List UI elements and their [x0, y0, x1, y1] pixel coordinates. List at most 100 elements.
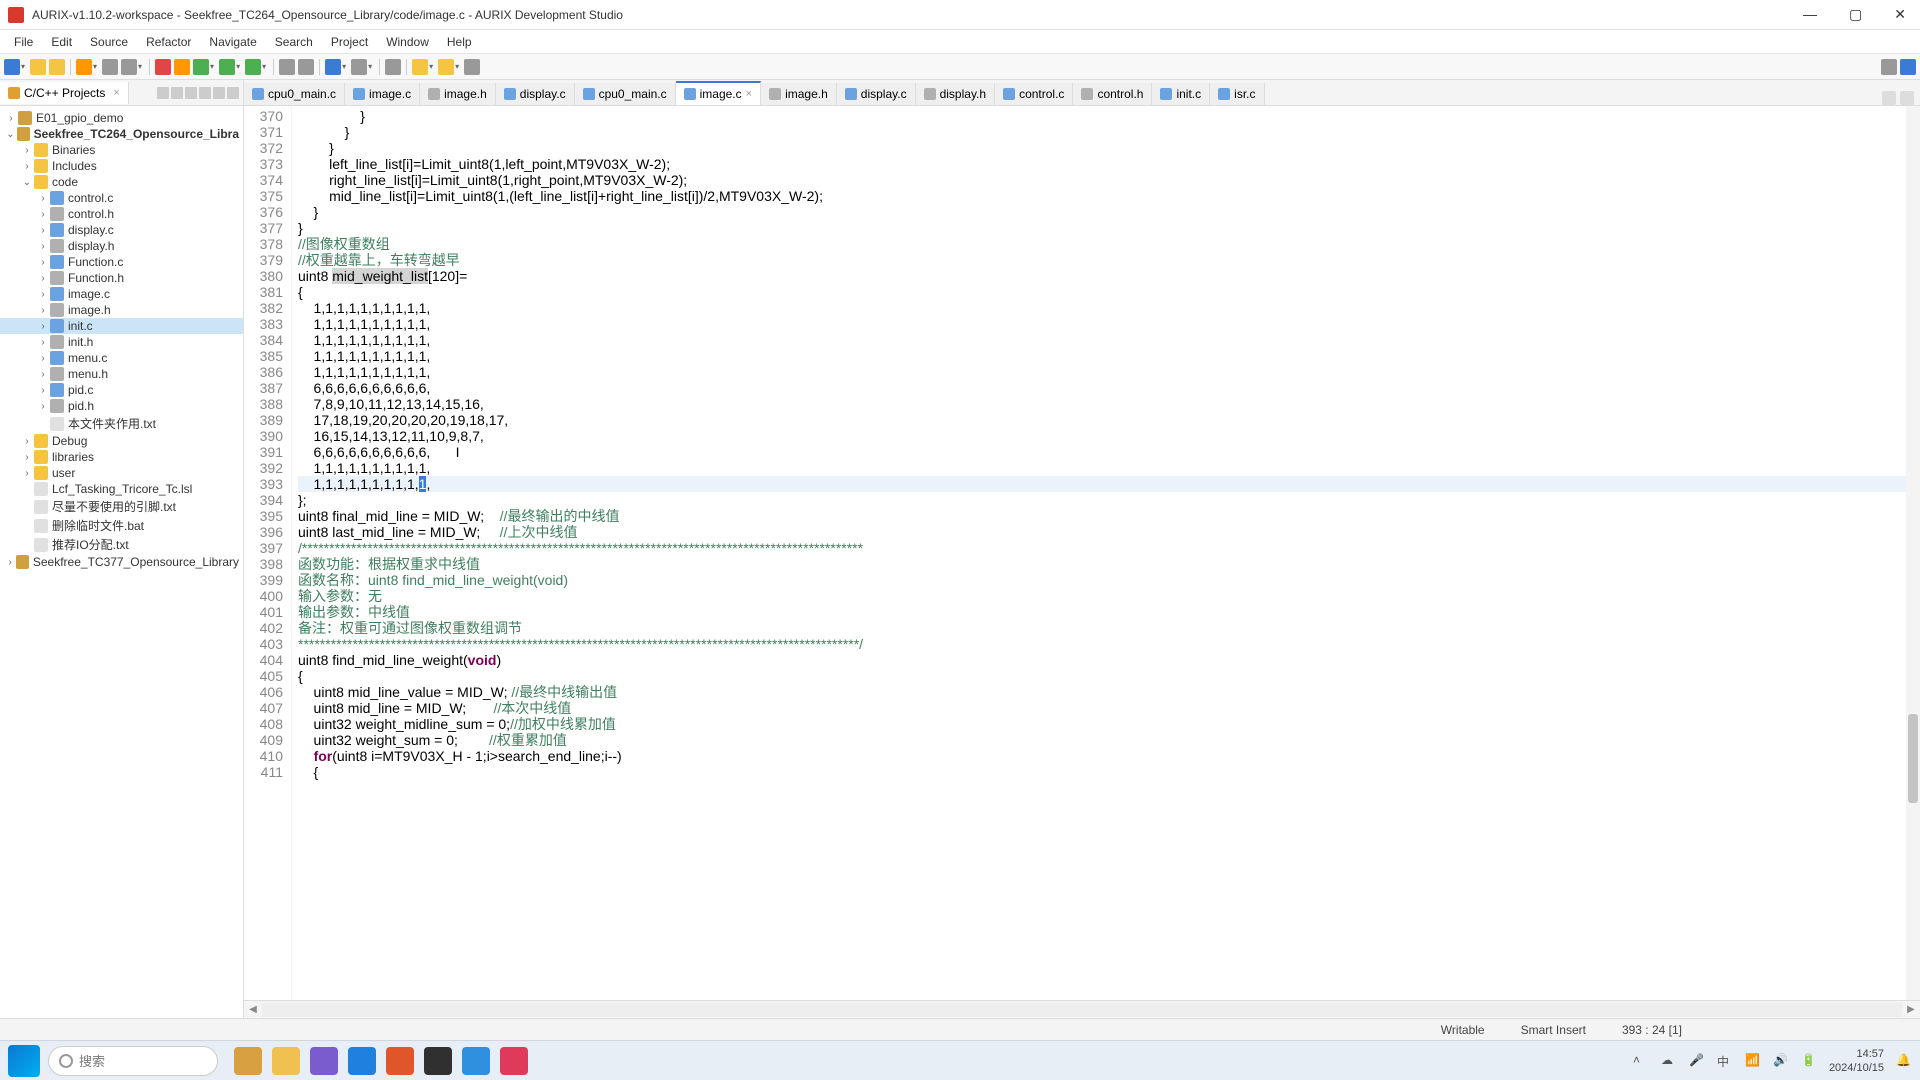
tree-project[interactable]: ›E01_gpio_demo [0, 110, 243, 126]
code-line[interactable]: 1,1,1,1,1,1,1,1,1,1, [298, 460, 1920, 476]
toolbar-new-icon[interactable] [4, 59, 20, 75]
code-line[interactable]: 6,6,6,6,6,6,6,6,6,6, I [298, 444, 1920, 460]
menu-edit[interactable]: Edit [43, 33, 80, 51]
code-line[interactable]: 1,1,1,1,1,1,1,1,1,1, [298, 332, 1920, 348]
tree-file[interactable]: ›pid.c [0, 382, 243, 398]
tree-file[interactable]: ›init.c [0, 318, 243, 334]
code-line[interactable]: } [298, 204, 1920, 220]
tree-file[interactable]: ›menu.c [0, 350, 243, 366]
toolbar-saveall-icon[interactable] [49, 59, 65, 75]
tree-folder[interactable]: ›Includes [0, 158, 243, 174]
tree-folder[interactable]: ⌄code [0, 174, 243, 190]
toolbar-search-icon[interactable] [325, 59, 341, 75]
code-line[interactable]: 1,1,1,1,1,1,1,1,1,1, [298, 476, 1920, 492]
taskbar-explorer-icon[interactable] [272, 1047, 300, 1075]
horizontal-scrollbar[interactable]: ◀▶ [244, 1000, 1920, 1018]
toolbar-tool2-icon[interactable] [121, 59, 137, 75]
editor-tab[interactable]: display.c [496, 83, 575, 105]
toolbar-perspective-icon[interactable] [1900, 59, 1916, 75]
code-line[interactable]: uint8 final_mid_line = MID_W; //最终输出的中线值 [298, 508, 1920, 524]
tray-mic-icon[interactable]: 🎤 [1689, 1053, 1705, 1069]
code-line[interactable]: 1,1,1,1,1,1,1,1,1,1, [298, 316, 1920, 332]
maximize-button[interactable]: ▢ [1843, 6, 1868, 23]
menu-source[interactable]: Source [82, 33, 136, 51]
tree-project[interactable]: ›Seekfree_TC377_Opensource_Library [0, 554, 243, 570]
tray-ime-icon[interactable]: 中 [1717, 1053, 1733, 1069]
tree-file[interactable]: ›display.c [0, 222, 243, 238]
toolbar-fwd-icon[interactable] [438, 59, 454, 75]
code-line[interactable]: }; [298, 492, 1920, 508]
sidebar-mini5-icon[interactable] [213, 87, 225, 99]
menu-help[interactable]: Help [439, 33, 480, 51]
sidebar-tab-close-icon[interactable]: × [113, 87, 119, 99]
toolbar-save-icon[interactable] [30, 59, 46, 75]
code-line[interactable]: { [298, 668, 1920, 684]
sidebar-mini4-icon[interactable] [199, 87, 211, 99]
menu-navigate[interactable]: Navigate [201, 33, 264, 51]
taskbar-wps-icon[interactable] [386, 1047, 414, 1075]
system-tray[interactable]: ˄ ☁ 🎤 中 📶 🔊 🔋 14:57 2024/10/15 🔔 [1633, 1047, 1912, 1075]
tree-file[interactable]: ›image.c [0, 286, 243, 302]
minimize-button[interactable]: — [1797, 6, 1823, 23]
editor-minimize-icon[interactable] [1882, 91, 1896, 105]
editor-tab[interactable]: init.c [1152, 83, 1210, 105]
tree-file[interactable]: ›pid.h [0, 398, 243, 414]
tree-folder[interactable]: ›Debug [0, 433, 243, 449]
taskbar-edge-icon[interactable] [348, 1047, 376, 1075]
toolbar-build-icon[interactable] [76, 59, 92, 75]
tree-file[interactable]: ›init.h [0, 334, 243, 350]
code-line[interactable]: /***************************************… [298, 540, 1920, 556]
code-line[interactable]: for(uint8 i=MT9V03X_H - 1;i>search_end_l… [298, 748, 1920, 764]
code-line[interactable]: 6,6,6,6,6,6,6,6,6,6, [298, 380, 1920, 396]
code-line[interactable]: uint8 mid_line_value = MID_W; //最终中线输出值 [298, 684, 1920, 700]
code-line[interactable]: } [298, 220, 1920, 236]
toolbar-import-icon[interactable] [279, 59, 295, 75]
tree-folder[interactable]: ›user [0, 465, 243, 481]
code-line[interactable]: 17,18,19,20,20,20,20,19,18,17, [298, 412, 1920, 428]
taskbar-app3-icon[interactable] [500, 1047, 528, 1075]
toolbar-run2-icon[interactable] [245, 59, 261, 75]
editor-tab[interactable]: image.c [345, 83, 420, 105]
code-line[interactable]: { [298, 284, 1920, 300]
code-line[interactable]: uint8 last_mid_line = MID_W; //上次中线值 [298, 524, 1920, 540]
tree-file[interactable]: ›control.c [0, 190, 243, 206]
sidebar-tab-projects[interactable]: C/C++ Projects × [0, 82, 129, 104]
toolbar-run-icon[interactable] [219, 59, 235, 75]
code-line[interactable]: uint32 weight_midline_sum = 0;//加权中线累加值 [298, 716, 1920, 732]
editor-tab[interactable]: cpu0_main.c [244, 83, 345, 105]
code-line[interactable]: mid_line_list[i]=Limit_uint8(1,(left_lin… [298, 188, 1920, 204]
editor-tab[interactable]: image.h [761, 83, 837, 105]
toolbar-tool-icon[interactable] [102, 59, 118, 75]
tray-onedrive-icon[interactable]: ☁ [1661, 1053, 1677, 1069]
tree-file[interactable]: ›Function.h [0, 270, 243, 286]
code-line[interactable]: 函数功能：根据权重求中线值 [298, 556, 1920, 572]
taskbar-search[interactable]: 搜索 [48, 1046, 218, 1076]
code-line[interactable]: 1,1,1,1,1,1,1,1,1,1, [298, 364, 1920, 380]
editor-tab[interactable]: cpu0_main.c [575, 83, 676, 105]
code-line[interactable]: uint8 find_mid_line_weight(void) [298, 652, 1920, 668]
tree-file[interactable]: ›Function.c [0, 254, 243, 270]
taskbar-app-icon[interactable] [234, 1047, 262, 1075]
toolbar-quickaccess-icon[interactable] [1881, 59, 1897, 75]
editor-maximize-icon[interactable] [1900, 91, 1914, 105]
tray-chevron-icon[interactable]: ˄ [1633, 1053, 1649, 1069]
editor-tab[interactable]: control.h [1073, 83, 1152, 105]
code-line[interactable]: //图像权重数组 [298, 236, 1920, 252]
code-editor[interactable]: 3703713723733743753763773783793803813823… [244, 106, 1920, 1000]
code-body[interactable]: } } } left_line_list[i]=Limit_uint8(1,le… [292, 106, 1920, 1000]
tray-wifi-icon[interactable]: 📶 [1745, 1053, 1761, 1069]
menu-project[interactable]: Project [323, 33, 376, 51]
start-button[interactable] [8, 1045, 40, 1077]
taskbar-obs-icon[interactable] [424, 1047, 452, 1075]
sidebar-mini3-icon[interactable] [185, 87, 197, 99]
menu-search[interactable]: Search [267, 33, 321, 51]
editor-tab[interactable]: isr.c [1210, 83, 1264, 105]
tree-project[interactable]: ⌄Seekfree_TC264_Opensource_Libra [0, 126, 243, 142]
sidebar-mini2-icon[interactable] [171, 87, 183, 99]
code-line[interactable]: uint8 mid_weight_list[120]= [298, 268, 1920, 284]
editor-tab[interactable]: image.c× [676, 81, 761, 105]
code-line[interactable]: ****************************************… [298, 636, 1920, 652]
code-line[interactable]: 7,8,9,10,11,12,13,14,15,16, [298, 396, 1920, 412]
toolbar-flash-icon[interactable] [174, 59, 190, 75]
code-line[interactable]: uint32 weight_sum = 0; //权重累加值 [298, 732, 1920, 748]
